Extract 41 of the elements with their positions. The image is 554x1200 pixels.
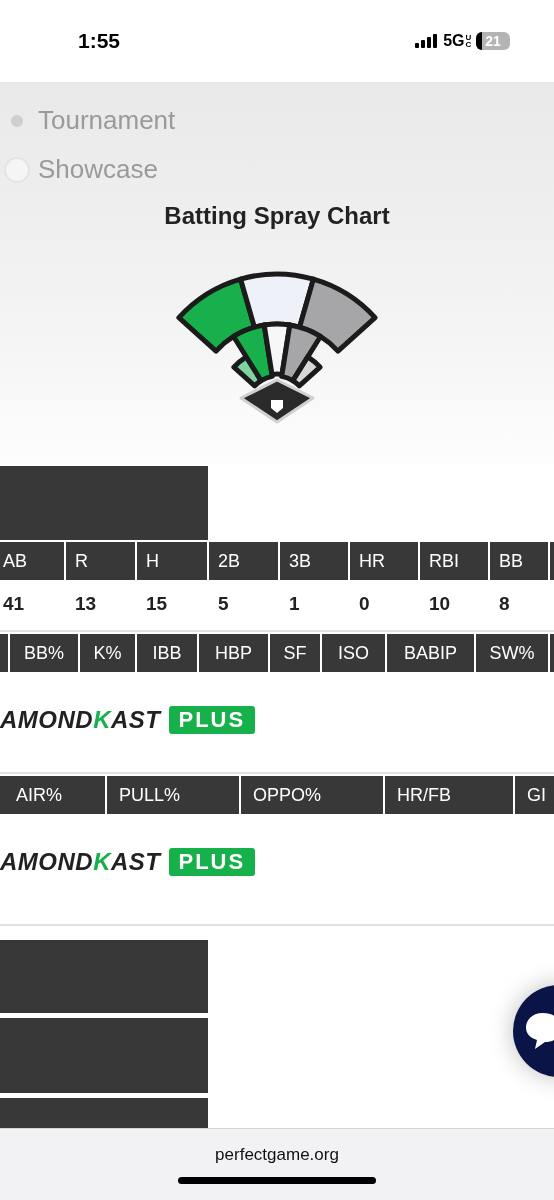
- column-header[interactable]: AB: [0, 542, 64, 580]
- url-text[interactable]: perfectgame.org: [215, 1145, 339, 1165]
- column-header[interactable]: IBB: [137, 634, 197, 672]
- column-header[interactable]: BABIP: [387, 634, 474, 672]
- home-plate: [271, 400, 283, 413]
- chart-title: Batting Spray Chart: [163, 202, 391, 230]
- column-header: [0, 634, 8, 672]
- column-header[interactable]: OPPO%: [241, 776, 383, 814]
- column-header[interactable]: HR/FB: [385, 776, 513, 814]
- column-header[interactable]: PULL%: [107, 776, 239, 814]
- column-header[interactable]: RBI: [420, 542, 488, 580]
- column-header[interactable]: SF: [270, 634, 320, 672]
- column-header[interactable]: SW%: [476, 634, 548, 672]
- table-cell-text: 10: [428, 592, 452, 616]
- column-header[interactable]: 2B: [209, 542, 278, 580]
- plus-badge: PLUS: [168, 706, 256, 734]
- column-header[interactable]: BB%: [10, 634, 78, 672]
- table-cell-text: 15: [145, 592, 169, 616]
- battery-icon: 21: [476, 32, 510, 50]
- column-header[interactable]: GI: [515, 776, 554, 814]
- table-cell-text: 5: [217, 592, 230, 616]
- column-header[interactable]: BB: [490, 542, 548, 580]
- column-header[interactable]: K%: [80, 634, 135, 672]
- radio-label: Tournament: [38, 105, 176, 136]
- table-cell-text: 0: [358, 592, 371, 616]
- brand-wordmark: AMONDKAST: [0, 848, 161, 876]
- column-header[interactable]: H: [137, 542, 207, 580]
- signal-icon: [415, 34, 438, 48]
- column-header[interactable]: 3B: [280, 542, 348, 580]
- column-header[interactable]: ISO: [322, 634, 385, 672]
- table-cell-text: 8: [498, 592, 511, 616]
- column-header[interactable]: HR: [350, 542, 418, 580]
- column-header[interactable]: R: [66, 542, 135, 580]
- radio-label: Showcase: [38, 154, 158, 185]
- table-cell-text: 13: [74, 592, 98, 616]
- brand-wordmark: AMONDKAST: [0, 706, 161, 734]
- table-cell-text: 1: [288, 592, 301, 616]
- column-header[interactable]: HBP: [199, 634, 268, 672]
- table-cell-text: 41: [2, 592, 26, 616]
- plus-badge: PLUS: [168, 848, 256, 876]
- status-time: 1:55: [78, 29, 121, 53]
